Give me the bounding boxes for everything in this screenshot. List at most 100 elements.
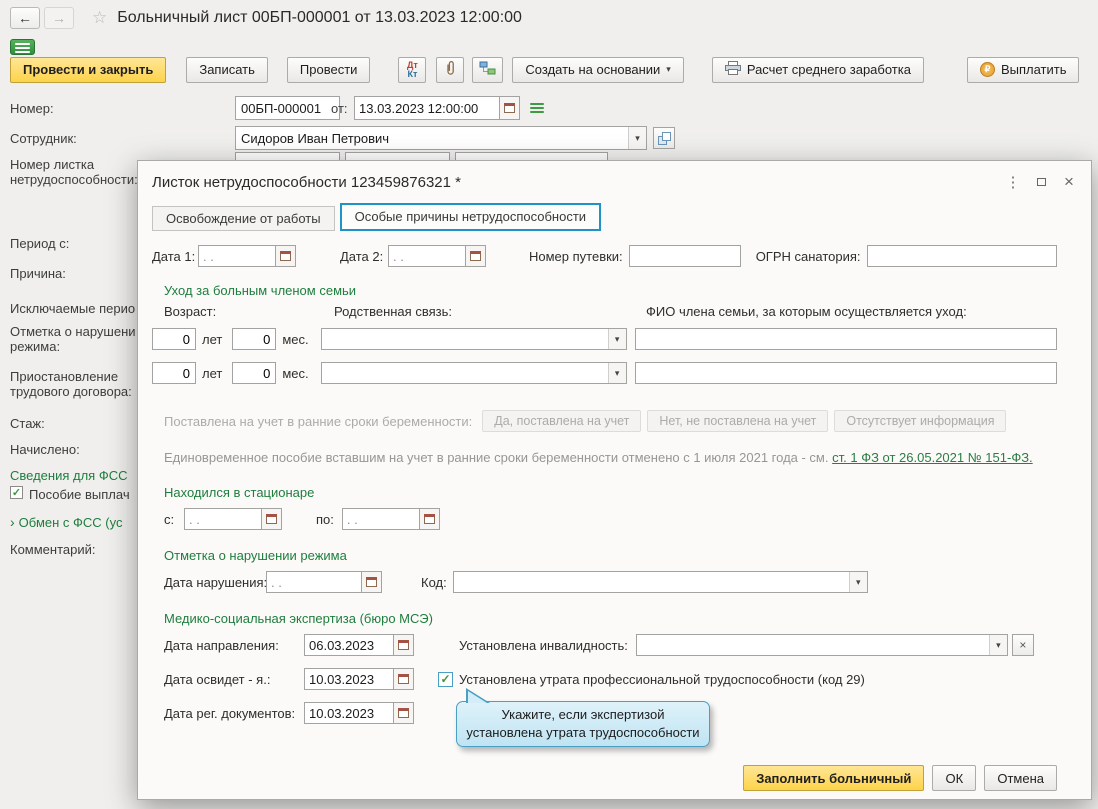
employee-input[interactable] (236, 127, 628, 149)
calendar-icon (470, 251, 481, 261)
violation-code-dropdown-button[interactable]: ▾ (848, 572, 867, 592)
employee-label: Сотрудник: (10, 131, 77, 146)
caret-down-icon: ▾ (666, 64, 671, 74)
fill-icon[interactable] (530, 101, 544, 115)
pregnancy-yes-button[interactable]: Да, поставлена на учет (482, 410, 642, 432)
years-input-2[interactable] (152, 362, 196, 384)
date1-label: Дата 1: (152, 248, 196, 264)
mse-direction-label: Дата направления: (164, 637, 279, 653)
loss-of-ability-checkbox[interactable]: ✓ (438, 671, 453, 687)
cancel-button[interactable]: Отмена (984, 765, 1057, 791)
loss-of-ability-label: Установлена утрата профессиональной труд… (459, 671, 865, 687)
family-member-input-2[interactable] (634, 362, 1057, 384)
clear-icon: × (1019, 638, 1027, 652)
document-date-input[interactable] (354, 96, 500, 120)
violation-mark-label-2: режима: (10, 339, 61, 354)
hospital-to-input[interactable] (341, 508, 420, 530)
back-button[interactable]: ← (10, 7, 40, 29)
write-button[interactable]: Записать (186, 56, 268, 83)
dialog-content: Дата 1: Дата 2: Номер путевки: ОГРН сана… (138, 231, 1091, 724)
mse-docs-calendar-button[interactable] (394, 702, 414, 724)
family-member-input[interactable] (634, 328, 1057, 350)
number-input[interactable] (235, 96, 340, 120)
pregnancy-no-button[interactable]: Нет, не поставлена на учет (647, 410, 829, 432)
disability-clear-button[interactable]: × (1011, 634, 1034, 656)
pregnancy-label: Поставлена на учет в ранние сроки береме… (164, 413, 473, 429)
dialog-footer: Заполнить больничный ОК Отмена (743, 765, 1057, 791)
mse-exam-calendar-button[interactable] (394, 668, 414, 690)
calendar-button[interactable] (500, 96, 520, 120)
relation-input[interactable] (321, 329, 608, 349)
mse-direction-field (304, 634, 414, 656)
hospital-from-calendar-button[interactable] (262, 508, 282, 530)
employee-dropdown-button[interactable]: ▾ (628, 127, 646, 149)
benefit-paid-checkbox[interactable]: ✓ (10, 486, 23, 499)
post-and-close-button[interactable]: Провести и закрыть (10, 56, 167, 83)
benefit-paid-label: Пособие выплач (29, 487, 130, 502)
caret-down-icon: ▾ (614, 333, 620, 344)
attachments-button[interactable] (436, 56, 465, 83)
disability-select: ▾ (635, 634, 1008, 656)
ogrn-input[interactable] (866, 245, 1057, 267)
disability-input[interactable] (636, 635, 989, 655)
mse-docs-label: Дата рег. документов: (164, 705, 296, 721)
back-icon: ← (18, 10, 32, 26)
hospital-to-calendar-button[interactable] (419, 508, 440, 530)
ok-button[interactable]: ОК (932, 765, 977, 791)
tab-special-reasons[interactable]: Особые причины нетрудоспособности (339, 203, 602, 231)
mse-direction-input[interactable] (304, 634, 394, 656)
service-menu-icon[interactable] (10, 39, 35, 55)
date1-input[interactable] (198, 245, 276, 267)
post-button[interactable]: Провести (286, 56, 371, 83)
date1-calendar-button[interactable] (276, 245, 296, 267)
date2-calendar-button[interactable] (466, 245, 486, 267)
create-on-basis-button[interactable]: Создать на основании ▾ (512, 56, 684, 83)
voucher-input[interactable] (628, 245, 741, 267)
mse-exam-field (304, 668, 414, 690)
forward-button[interactable]: → (44, 7, 74, 29)
care-row-1: лет мес. ▾ (152, 328, 1077, 350)
relation-select: ▾ (320, 328, 627, 350)
pay-label: Выплатить (1000, 62, 1067, 77)
pregnancy-note: Единовременное пособие вставшим на учет … (164, 450, 1077, 465)
dtkt-button[interactable]: Дт Кт (398, 56, 427, 83)
employee-open-button[interactable] (653, 127, 675, 149)
calendar-icon (398, 708, 409, 718)
calendar-icon (280, 251, 291, 261)
relation-input-2[interactable] (321, 363, 608, 383)
date-from-label: от: (331, 101, 348, 116)
sick-number-label-2: нетрудоспособности: (10, 172, 138, 187)
disability-dropdown-button[interactable]: ▾ (988, 635, 1007, 655)
relation-dropdown-button[interactable]: ▾ (607, 329, 626, 349)
maximize-icon[interactable] (1027, 170, 1055, 194)
months-input[interactable] (232, 328, 277, 350)
years-input[interactable] (152, 328, 196, 350)
mse-exam-row: Дата освидет - я.: ✓ Установлена утрата … (164, 668, 1077, 690)
months-input-2[interactable] (232, 362, 277, 384)
violation-calendar-button[interactable] (362, 571, 382, 593)
fss-info-label: Сведения для ФСС (10, 468, 128, 483)
calendar-icon (423, 514, 435, 524)
violation-date-label: Дата нарушения: (164, 574, 268, 590)
mse-exam-input[interactable] (304, 668, 394, 690)
mse-direction-calendar-button[interactable] (394, 634, 414, 656)
relation-dropdown-button-2[interactable]: ▾ (607, 363, 626, 383)
mse-docs-input[interactable] (304, 702, 394, 724)
violation-date-input[interactable] (266, 571, 362, 593)
avg-earnings-button[interactable]: Расчет среднего заработка (711, 56, 924, 83)
pay-button[interactable]: ₽ Выплатить (966, 56, 1080, 83)
fss-exchange-link[interactable]: › Обмен с ФСС (ус (10, 514, 122, 530)
law-link[interactable]: ст. 1 ФЗ от 26.05.2021 № 151-ФЗ. (832, 450, 1033, 465)
violation-code-select: ▾ (452, 571, 868, 593)
hospital-from-input[interactable] (184, 508, 262, 530)
close-icon[interactable]: × (1055, 170, 1083, 194)
tab-release-from-work[interactable]: Освобождение от работы (152, 206, 335, 231)
favorite-star-icon[interactable]: ☆ (92, 8, 107, 28)
pregnancy-unknown-button[interactable]: Отсутствует информация (834, 410, 1007, 432)
related-documents-button[interactable] (472, 56, 504, 83)
fill-sick-leave-button[interactable]: Заполнить больничный (743, 765, 925, 791)
more-icon[interactable]: ⋮ (999, 170, 1027, 194)
date2-input[interactable] (388, 245, 466, 267)
violation-code-input[interactable] (453, 572, 849, 592)
violation-date-field (266, 571, 382, 593)
